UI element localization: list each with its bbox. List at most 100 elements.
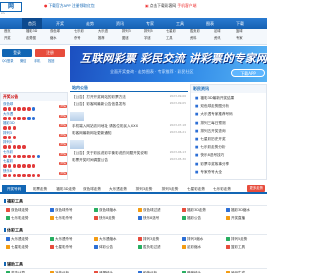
- subnav-link[interactable]: 七乐彩: [74, 29, 84, 34]
- tool-link[interactable]: 开奖直播: [226, 216, 245, 220]
- news-item[interactable]: ■ 七星彩历史开奖: [195, 137, 226, 141]
- subnav-link[interactable]: 图谜: [122, 36, 129, 41]
- nav-item-trend[interactable]: 走势: [80, 18, 100, 29]
- nav-item-tools[interactable]: 工具: [170, 18, 190, 29]
- tool-link[interactable]: 快乐8选号: [138, 216, 159, 220]
- result-row[interactable]: 双色球 详情: [3, 102, 67, 112]
- tool-link[interactable]: 胜负彩过滤: [138, 245, 161, 249]
- tool-link[interactable]: 七乐彩走势: [6, 216, 29, 220]
- subnav-link[interactable]: 七星彩: [166, 29, 176, 34]
- more-trend-button[interactable]: 更多走势: [247, 185, 265, 192]
- subnav-link[interactable]: 杀号: [74, 36, 81, 41]
- tool-link[interactable]: 双色球杀号: [50, 208, 73, 212]
- tool-link[interactable]: 大乐透走势: [6, 237, 29, 241]
- login-link-qq[interactable]: QQ登录: [2, 59, 13, 64]
- subnav-link[interactable]: 工具: [166, 36, 173, 41]
- result-detail-button[interactable]: 详情: [58, 142, 67, 147]
- subnav-link[interactable]: 走势图: [26, 36, 36, 41]
- tool-link[interactable]: 体彩公告: [94, 245, 113, 249]
- nav-item-experts[interactable]: 专家: [140, 18, 160, 29]
- news-item[interactable]: ■ 双色球走势图分析: [195, 104, 229, 108]
- tool-link[interactable]: 快乐8走势: [94, 216, 115, 220]
- login-link-wechat[interactable]: 微信: [20, 59, 26, 64]
- tab-qxc-trend[interactable]: 七星彩走势: [184, 185, 208, 194]
- result-row[interactable]: 排列3 详情: [3, 131, 67, 141]
- news-item[interactable]: ■ 排列三每日预测: [195, 121, 226, 125]
- tool-link[interactable]: 七乐彩杀号: [50, 216, 73, 220]
- result-detail-button[interactable]: 详情: [58, 161, 67, 166]
- news-item[interactable]: ■ 福彩3D最新开奖结果: [195, 96, 234, 100]
- tab-trend[interactable]: 彩票走势: [28, 185, 52, 194]
- subnav-link[interactable]: 推荐: [98, 36, 105, 41]
- tool-link[interactable]: 福彩公告: [182, 216, 201, 220]
- tab-qlc-trend[interactable]: 七乐彩走势: [210, 185, 234, 194]
- login-link-recover[interactable]: 找回: [48, 59, 54, 64]
- result-detail-button[interactable]: 详情: [58, 171, 67, 175]
- announcement-item[interactable]: 彩客网最新网址更新通知 2023-06-21: [72, 130, 186, 135]
- news-item[interactable]: ■ 排列五开奖查询: [195, 129, 226, 133]
- subnav-link[interactable]: 字谜: [144, 36, 151, 41]
- news-item[interactable]: ■ 专家杀号大全: [195, 170, 222, 174]
- tool-link[interactable]: 双色球缩水: [94, 208, 117, 212]
- nav-item-news[interactable]: 资讯: [110, 18, 130, 29]
- subnav-link[interactable]: 资讯: [214, 36, 221, 41]
- announcement-thumbnail[interactable]: [70, 112, 84, 121]
- news-item[interactable]: ■ 七乐彩走势分析: [195, 145, 226, 149]
- login-link-phone[interactable]: 手机: [34, 59, 40, 64]
- tab-p5-trend[interactable]: 排列5走势: [158, 185, 182, 194]
- tab-ssq-trend[interactable]: 双色球走势: [80, 185, 104, 194]
- site-logo[interactable]: 网 cn: [0, 0, 30, 16]
- tool-link[interactable]: 福彩3D缩水: [226, 208, 250, 212]
- result-row[interactable]: 七星彩 详情: [3, 159, 67, 169]
- tool-link[interactable]: 双色球走势: [6, 208, 29, 212]
- result-row[interactable]: 福彩3D 详情: [3, 121, 67, 131]
- announcement-item[interactable]: 【公告】关于彩民说彩平衡彩说的问题开奖说明 2023-06-13: [72, 150, 186, 155]
- result-detail-button[interactable]: 详情: [58, 104, 67, 109]
- announcement-item[interactable]: 手机端入网站访问地址 请各位彩民入XXX 2023-07-18: [72, 123, 186, 128]
- tab-p3-trend[interactable]: 排列3走势: [132, 185, 156, 194]
- subnav-link[interactable]: 福彩3D: [26, 29, 37, 34]
- subnav-link[interactable]: 双色球: [50, 29, 60, 34]
- announcement-item[interactable]: 【公告】彩客网最新公告信息发布 2023-09-05: [72, 101, 186, 106]
- subnav-link[interactable]: 排列5: [144, 29, 153, 34]
- announcement-item[interactable]: 【公告】打开开奖网站的彩票方法 2023-09-06: [72, 94, 186, 99]
- tab-3d-trend[interactable]: 福彩3D走势: [54, 185, 78, 194]
- news-item[interactable]: ■ 彩票中奖故事分享: [195, 162, 229, 166]
- tool-link[interactable]: 七星彩杀号: [50, 245, 73, 249]
- news-item[interactable]: ■ 快乐8选号技巧: [195, 153, 224, 157]
- tab-dlt-trend[interactable]: 大乐透走势: [106, 185, 130, 194]
- tool-link[interactable]: 排列3缩水: [182, 237, 203, 241]
- result-detail-button[interactable]: 详情: [58, 133, 67, 137]
- result-detail-button[interactable]: 详情: [58, 152, 67, 156]
- tool-link[interactable]: 大乐透缩水: [94, 237, 117, 241]
- result-detail-button[interactable]: 详情: [58, 114, 67, 118]
- tool-link[interactable]: 双色球过滤: [138, 208, 161, 212]
- result-row[interactable]: 快乐8 详情: [3, 169, 67, 179]
- subnav-link[interactable]: 开奖: [4, 36, 11, 41]
- subnav-link[interactable]: 足球: [214, 29, 221, 34]
- subnav-link[interactable]: 专家: [236, 36, 243, 41]
- top-notice-download[interactable]: ▣点击下载彩客网 手机客户端: [145, 3, 196, 8]
- register-button[interactable]: 注册: [35, 49, 65, 57]
- subnav-link[interactable]: 缩水: [50, 36, 57, 41]
- tab-results[interactable]: 开奖号码: [2, 185, 26, 194]
- tool-link[interactable]: 七星彩走势: [6, 245, 29, 249]
- tool-link[interactable]: 福彩3D走势: [182, 208, 206, 212]
- subnav-link[interactable]: 资料: [190, 36, 197, 41]
- subnav-link[interactable]: 篮球: [236, 29, 243, 34]
- tool-link[interactable]: 排列3走势: [138, 237, 159, 241]
- nav-item-download[interactable]: 下载: [230, 18, 250, 29]
- nav-item-charts[interactable]: 图表: [200, 18, 220, 29]
- announcement-item[interactable]: 彩票开奖时间调整公告 2023-05-30: [72, 157, 186, 162]
- subnav-link[interactable]: 胜负彩: [190, 29, 200, 34]
- tool-link[interactable]: 篮彩工具: [226, 245, 245, 249]
- announcement-thumbnail[interactable]: [70, 140, 84, 149]
- nav-item-results[interactable]: 开奖: [50, 18, 70, 29]
- result-detail-button[interactable]: 详情: [58, 123, 67, 128]
- login-button[interactable]: 登录: [2, 49, 32, 57]
- news-item[interactable]: ■ 大乐透专家推荐号码: [195, 112, 233, 116]
- top-notice-app[interactable]: ●下载官方APP 注册领取红包: [44, 3, 95, 8]
- tool-link[interactable]: 足彩缩水: [182, 245, 201, 249]
- subnav-link[interactable]: 大乐透: [98, 29, 108, 34]
- banner-download-button[interactable]: 下载APP: [231, 69, 265, 77]
